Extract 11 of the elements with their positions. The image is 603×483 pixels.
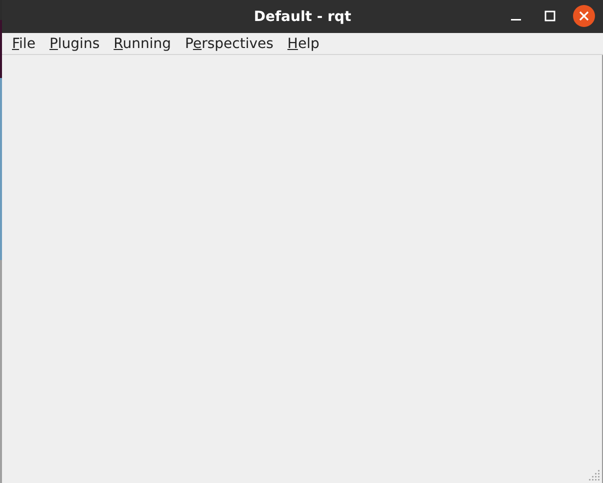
maximize-icon bbox=[544, 10, 556, 22]
resize-grip-icon bbox=[588, 469, 600, 481]
close-button[interactable] bbox=[573, 5, 595, 27]
window-title: Default - rqt bbox=[254, 8, 352, 24]
menu-item[interactable]: Perspectives bbox=[185, 36, 274, 52]
minimize-icon bbox=[511, 19, 521, 21]
menu-item[interactable]: File bbox=[12, 36, 36, 52]
close-icon bbox=[579, 11, 589, 21]
menu-item[interactable]: Help bbox=[287, 36, 320, 52]
menu-item[interactable]: Running bbox=[114, 36, 172, 52]
menu-item[interactable]: Plugins bbox=[49, 36, 100, 52]
